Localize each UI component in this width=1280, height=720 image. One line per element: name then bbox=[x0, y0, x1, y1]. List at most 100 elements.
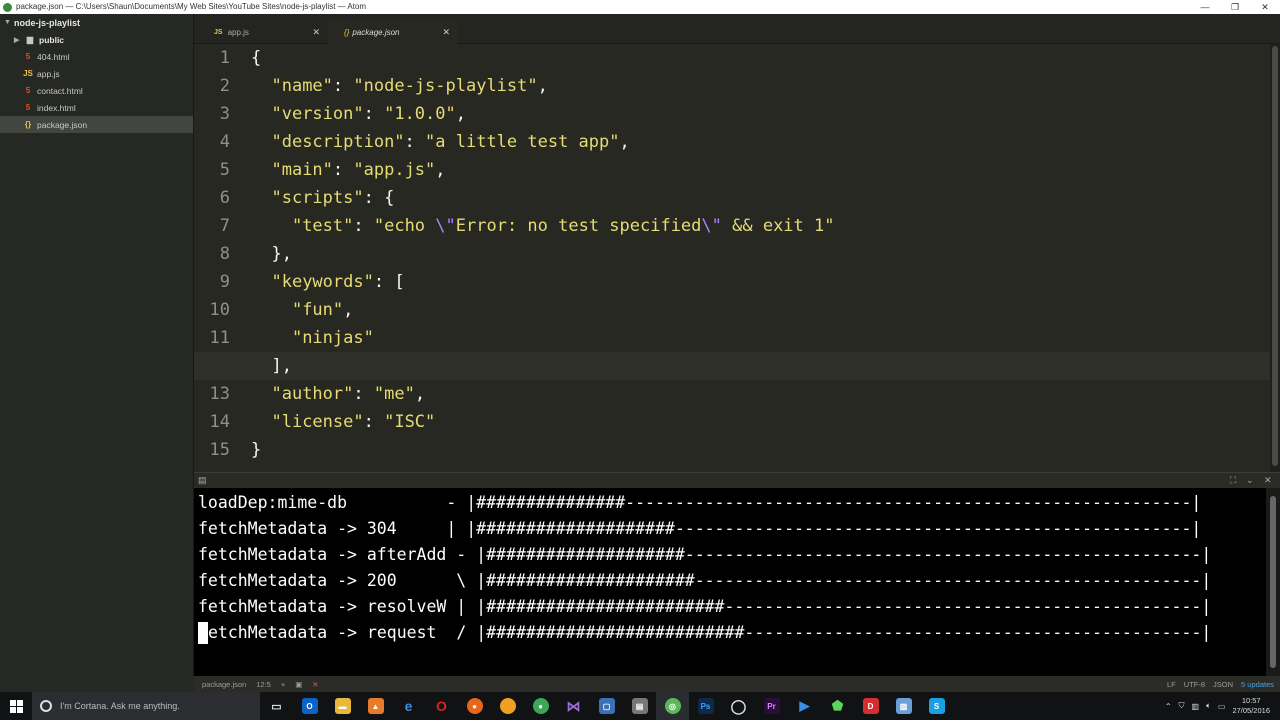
network-icon[interactable]: ▥ bbox=[1192, 702, 1200, 711]
code-text: "keywords": [ bbox=[271, 272, 405, 292]
code-line: 5 "main": "app.js", bbox=[194, 156, 1270, 184]
terminal-icon[interactable]: ▤ bbox=[198, 475, 207, 486]
media-player-icon[interactable]: ▶ bbox=[788, 692, 821, 720]
chevron-up-icon[interactable]: ⌃ bbox=[1165, 702, 1172, 711]
terminal-status-icon[interactable]: ▣ bbox=[295, 680, 302, 689]
chrome-icon[interactable]: ● bbox=[524, 692, 557, 720]
status-cursor-position[interactable]: 12:5 bbox=[256, 680, 271, 689]
code-text: "description": "a little test app", bbox=[271, 132, 630, 152]
tree-item-label: package.json bbox=[37, 119, 88, 130]
task-view-icon[interactable]: ▭ bbox=[260, 692, 293, 720]
chevron-down-icon: ▼ bbox=[4, 19, 11, 26]
code-line: 8 }, bbox=[194, 240, 1270, 268]
js-icon: JS bbox=[23, 69, 33, 78]
outlook-icon[interactable]: O bbox=[293, 692, 326, 720]
code-editor[interactable]: 1{ 2 "name": "node-js-playlist", 3 "vers… bbox=[194, 44, 1270, 472]
tree-item-contact-html[interactable]: 5 contact.html bbox=[0, 82, 193, 99]
js-icon: JS bbox=[214, 28, 223, 36]
skype-icon[interactable]: S bbox=[920, 692, 953, 720]
terminal-cursor bbox=[198, 622, 208, 646]
terminal-output[interactable]: loadDep:mime-db - |###############------… bbox=[194, 488, 1280, 678]
tree-item-label: index.html bbox=[37, 102, 76, 113]
close-terminal-icon[interactable]: ✕ bbox=[312, 680, 318, 689]
status-file-name[interactable]: package.json bbox=[202, 680, 246, 689]
app-icon[interactable]: ▨ bbox=[887, 692, 920, 720]
visual-studio-icon[interactable]: ⋈ bbox=[557, 692, 590, 720]
tree-root-folder[interactable]: ▼ node-js-playlist bbox=[0, 14, 193, 31]
maximize-panel-icon[interactable]: ⛶ bbox=[1230, 475, 1236, 486]
code-text: "scripts": { bbox=[271, 188, 395, 208]
html5-icon: 5 bbox=[25, 86, 31, 95]
code-text: "main": "app.js", bbox=[271, 160, 446, 180]
scrollbar-thumb[interactable] bbox=[1270, 496, 1276, 668]
tree-item-label: app.js bbox=[37, 68, 60, 79]
close-panel-icon[interactable]: ✕ bbox=[1264, 475, 1272, 486]
atom-logo-icon bbox=[3, 2, 12, 12]
status-updates[interactable]: 5 updates bbox=[1241, 680, 1274, 689]
tree-item-label: contact.html bbox=[37, 85, 83, 96]
file-explorer-icon[interactable]: ▬ bbox=[326, 692, 359, 720]
line-number: 9 bbox=[219, 272, 230, 292]
status-encoding[interactable]: UTF-8 bbox=[1184, 680, 1205, 689]
line-number: 5 bbox=[219, 160, 230, 180]
app-icon[interactable]: D bbox=[854, 692, 887, 720]
close-window-button[interactable]: ✕ bbox=[1250, 0, 1280, 14]
atom-icon[interactable]: ◎ bbox=[656, 692, 689, 720]
code-text: ], bbox=[194, 352, 1270, 380]
line-number: 2 bbox=[219, 76, 230, 96]
code-line: 1{ bbox=[194, 44, 1270, 72]
firefox-icon[interactable]: ● bbox=[458, 692, 491, 720]
line-number: 7 bbox=[219, 216, 230, 236]
edge-icon[interactable]: e bbox=[392, 692, 425, 720]
tree-root-label: node-js-playlist bbox=[14, 17, 81, 28]
notification-icon[interactable]: ▭ bbox=[1218, 702, 1226, 711]
tree-item-404-html[interactable]: 5 404.html bbox=[0, 48, 193, 65]
status-line-ending[interactable]: LF bbox=[1167, 680, 1176, 689]
photoshop-icon[interactable]: Ps bbox=[689, 692, 722, 720]
app-icon[interactable]: ▢ bbox=[590, 692, 623, 720]
cortana-search-box[interactable]: I'm Cortana. Ask me anything. bbox=[32, 692, 260, 720]
editor-scrollbar[interactable] bbox=[1270, 44, 1280, 472]
store-icon[interactable]: ▲ bbox=[359, 692, 392, 720]
restore-button[interactable]: ❐ bbox=[1220, 0, 1250, 14]
tab-package-json[interactable]: {} package.json ✕ bbox=[328, 20, 458, 44]
code-text: { bbox=[251, 48, 262, 68]
window-title: package.json — C:\Users\Shaun\Documents\… bbox=[16, 2, 367, 11]
html5-icon: 5 bbox=[25, 103, 31, 112]
premiere-icon[interactable]: Pr bbox=[755, 692, 788, 720]
start-button[interactable] bbox=[0, 692, 32, 720]
close-tab-icon[interactable]: ✕ bbox=[312, 27, 320, 38]
code-line: 11 "ninjas" bbox=[194, 324, 1270, 352]
tree-item-package-json[interactable]: {} package.json bbox=[0, 116, 193, 133]
tree-item-public[interactable]: ▶ ▆ public bbox=[0, 31, 193, 48]
add-terminal-icon[interactable]: + bbox=[281, 680, 285, 689]
tab-app-js[interactable]: JS app.js ✕ bbox=[198, 20, 328, 44]
terminal-line: fetchMetadata -> afterAdd - |###########… bbox=[198, 545, 1212, 564]
opera-icon[interactable]: O bbox=[425, 692, 458, 720]
tree-item-app-js[interactable]: JS app.js bbox=[0, 65, 193, 82]
line-number: 15 bbox=[209, 440, 230, 460]
app-icon[interactable]: ▤ bbox=[623, 692, 656, 720]
app-icon[interactable] bbox=[491, 692, 524, 720]
scrollbar-thumb[interactable] bbox=[1272, 46, 1278, 466]
code-line: 14 "license": "ISC" bbox=[194, 408, 1270, 436]
chevron-right-icon: ▶ bbox=[14, 36, 20, 44]
code-text: "version": "1.0.0", bbox=[271, 104, 466, 124]
status-grammar[interactable]: JSON bbox=[1213, 680, 1233, 689]
app-icon[interactable]: ⬟ bbox=[821, 692, 854, 720]
volume-icon[interactable]: 🔈︎ bbox=[1206, 701, 1211, 711]
minimize-panel-icon[interactable]: ⌄ bbox=[1246, 475, 1254, 486]
terminal-scrollbar[interactable] bbox=[1266, 488, 1280, 678]
minimize-button[interactable]: — bbox=[1190, 0, 1220, 14]
line-number: 10 bbox=[209, 300, 230, 320]
code-line: 6 "scripts": { bbox=[194, 184, 1270, 212]
shield-icon[interactable]: ⛉ bbox=[1179, 701, 1185, 711]
code-text: } bbox=[251, 440, 262, 460]
app-icon[interactable]: ◯ bbox=[722, 692, 755, 720]
tree-item-index-html[interactable]: 5 index.html bbox=[0, 99, 193, 116]
clock[interactable]: 10:57 27/05/2016 bbox=[1232, 696, 1270, 716]
code-line: 7 "test": "echo \"Error: no test specifi… bbox=[194, 212, 1270, 240]
close-tab-icon[interactable]: ✕ bbox=[442, 27, 450, 38]
line-number: 4 bbox=[219, 132, 230, 152]
status-bar: package.json 12:5 + ▣ ✕ LF UTF-8 JSON 5 … bbox=[194, 676, 1280, 692]
